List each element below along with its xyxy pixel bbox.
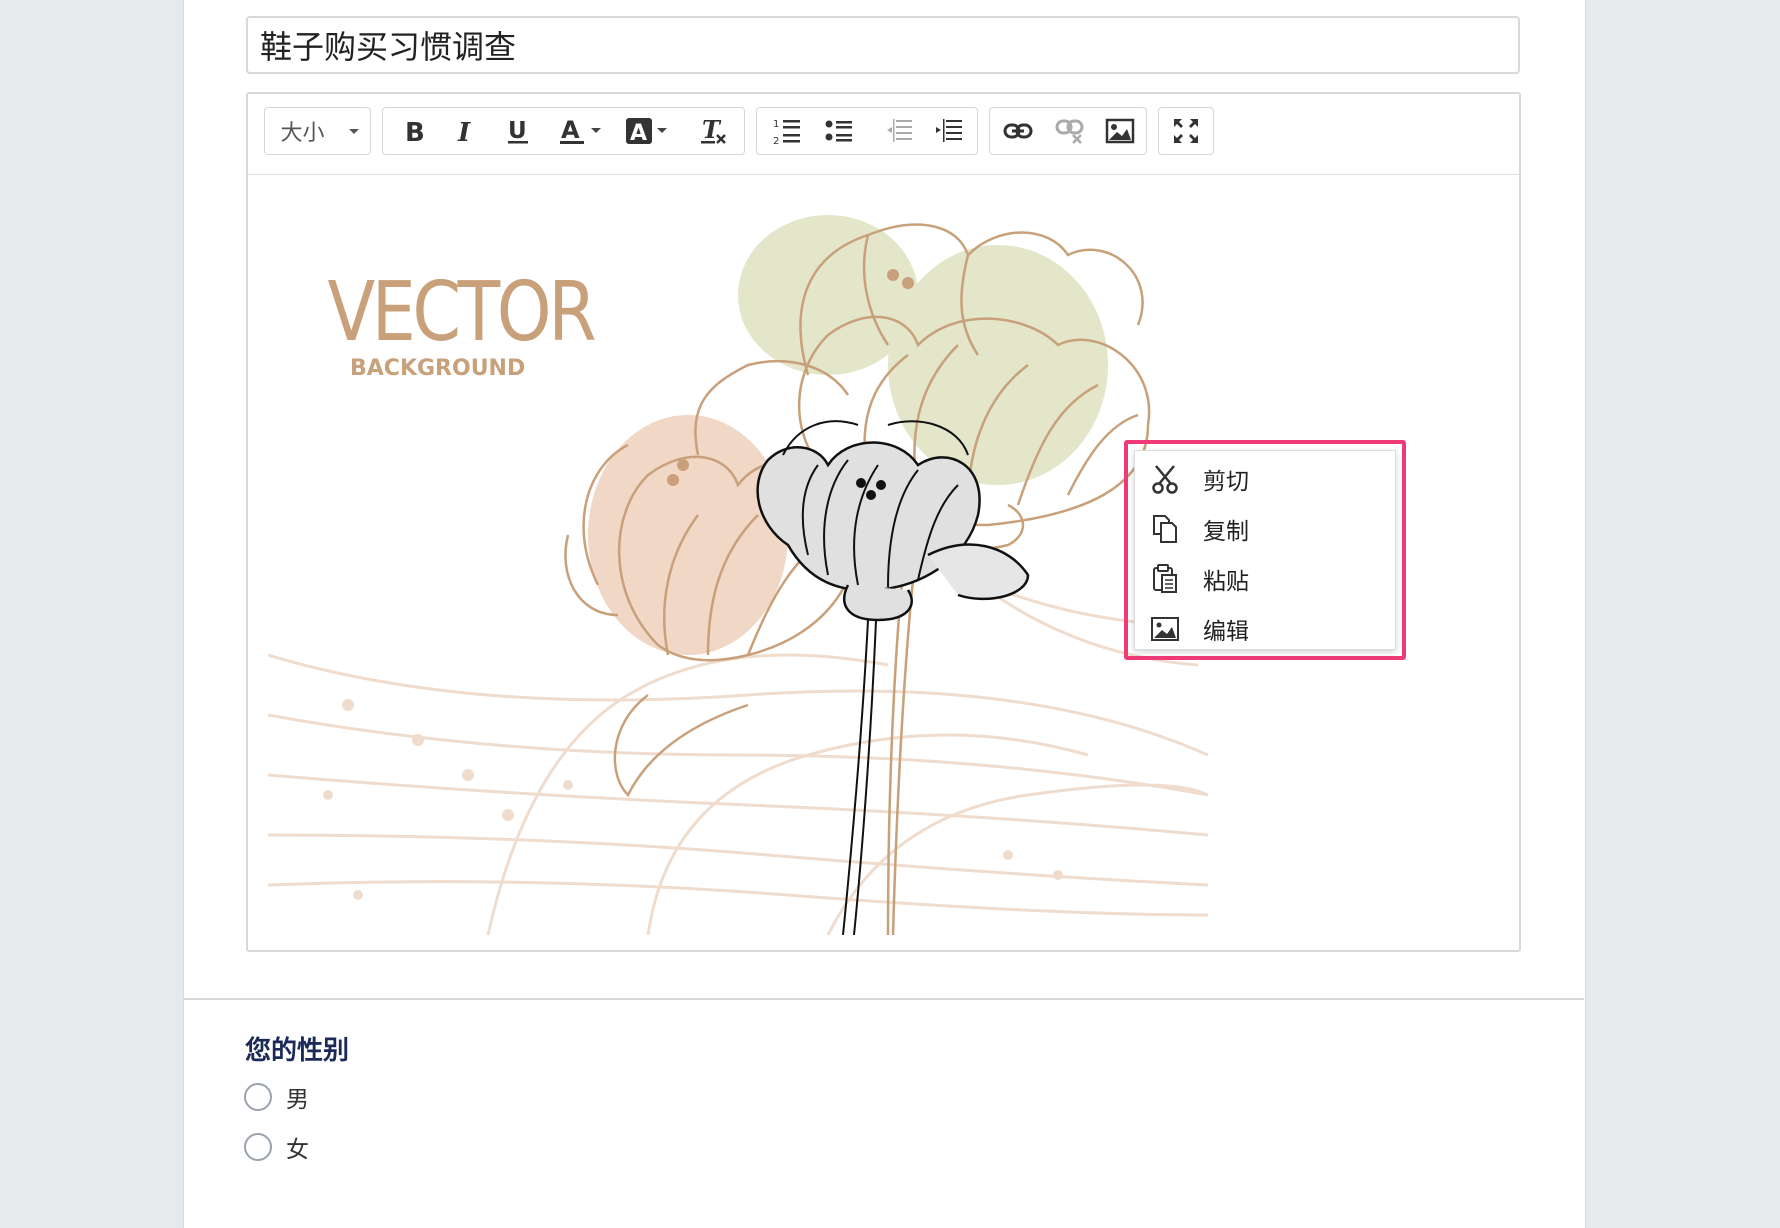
caret-down-icon: [348, 128, 360, 136]
toolbar-group-view: [1158, 107, 1214, 155]
radio-button[interactable]: [244, 1083, 272, 1111]
bold-button[interactable]: B: [391, 108, 437, 154]
logo-vector-text: VECTOR: [328, 263, 595, 359]
copy-icon: [1147, 514, 1183, 544]
context-menu-item-copy[interactable]: 复制: [1135, 504, 1395, 554]
context-menu-item-edit[interactable]: 编辑: [1135, 604, 1395, 654]
underline-icon: U: [506, 117, 530, 145]
toolbar-group-size: 大小: [264, 107, 371, 155]
toolbar-group-format: B I U A A T: [382, 107, 745, 155]
background-color-button[interactable]: A: [619, 108, 677, 154]
outdent-button[interactable]: [875, 108, 923, 154]
scissors-icon: [1147, 464, 1183, 494]
font-size-dropdown[interactable]: 大小: [265, 108, 370, 154]
indent-icon: [934, 117, 964, 145]
floral-vector-image[interactable]: VECTOR BACKGROUND: [268, 195, 1208, 935]
logo-background-text: BACKGROUND: [350, 356, 525, 381]
font-size-label: 大小: [280, 121, 325, 146]
italic-button[interactable]: I: [443, 108, 489, 154]
context-menu: 剪切 复制 粘贴 编辑: [1134, 450, 1396, 650]
radio-option-female[interactable]: 女: [244, 1130, 309, 1164]
outdent-icon: [884, 117, 914, 145]
radio-button[interactable]: [244, 1133, 272, 1161]
context-menu-item-paste[interactable]: 粘贴: [1135, 554, 1395, 604]
svg-text:A: A: [561, 116, 580, 144]
svg-text:U: U: [508, 118, 527, 144]
svg-text:A: A: [630, 121, 647, 146]
radio-option-male[interactable]: 男: [244, 1080, 309, 1114]
svg-text:I: I: [457, 118, 471, 144]
font-color-button[interactable]: A: [553, 108, 611, 154]
unordered-list-icon: [825, 118, 853, 144]
paste-icon: [1147, 564, 1183, 594]
image-edit-icon: [1147, 616, 1183, 642]
insert-image-button[interactable]: [1096, 108, 1144, 154]
fullscreen-button[interactable]: [1161, 108, 1211, 154]
italic-icon: I: [455, 118, 477, 144]
context-menu-highlight: 剪切 复制 粘贴 编辑: [1124, 440, 1406, 660]
svg-text:B: B: [405, 118, 425, 144]
unordered-list-button[interactable]: [815, 108, 863, 154]
radio-label: 女: [286, 1137, 309, 1163]
link-icon: [1003, 121, 1033, 141]
image-icon: [1105, 118, 1135, 144]
survey-title-input[interactable]: [246, 16, 1520, 74]
question-title: 您的性别: [245, 1036, 350, 1066]
ordered-list-button[interactable]: 1 2: [763, 108, 811, 154]
context-menu-label: 编辑: [1203, 619, 1249, 645]
toolbar-group-lists: 1 2: [756, 107, 978, 155]
link-button[interactable]: [994, 108, 1042, 154]
context-menu-label: 粘贴: [1203, 569, 1249, 595]
section-divider: [183, 998, 1584, 1000]
context-menu-item-cut[interactable]: 剪切: [1135, 454, 1395, 504]
indent-button[interactable]: [925, 108, 973, 154]
clear-format-button[interactable]: T: [689, 108, 739, 154]
radio-label: 男: [286, 1087, 309, 1113]
svg-text:2: 2: [773, 136, 779, 145]
bold-icon: B: [403, 118, 425, 144]
toolbar-group-insert: [989, 107, 1147, 155]
context-menu-label: 复制: [1203, 519, 1249, 545]
clear-format-icon: T: [699, 116, 729, 146]
fullscreen-icon: [1172, 117, 1200, 145]
unlink-icon: [1055, 118, 1085, 144]
font-color-icon: A: [559, 116, 605, 146]
background-color-icon: A: [625, 116, 671, 146]
unlink-button[interactable]: [1046, 108, 1094, 154]
ordered-list-icon: 1 2: [773, 117, 801, 145]
svg-text:1: 1: [773, 119, 779, 130]
editor-toolbar: 大小 B I U A A T 1 2: [248, 94, 1519, 175]
underline-button[interactable]: U: [495, 108, 541, 154]
context-menu-label: 剪切: [1203, 469, 1249, 495]
